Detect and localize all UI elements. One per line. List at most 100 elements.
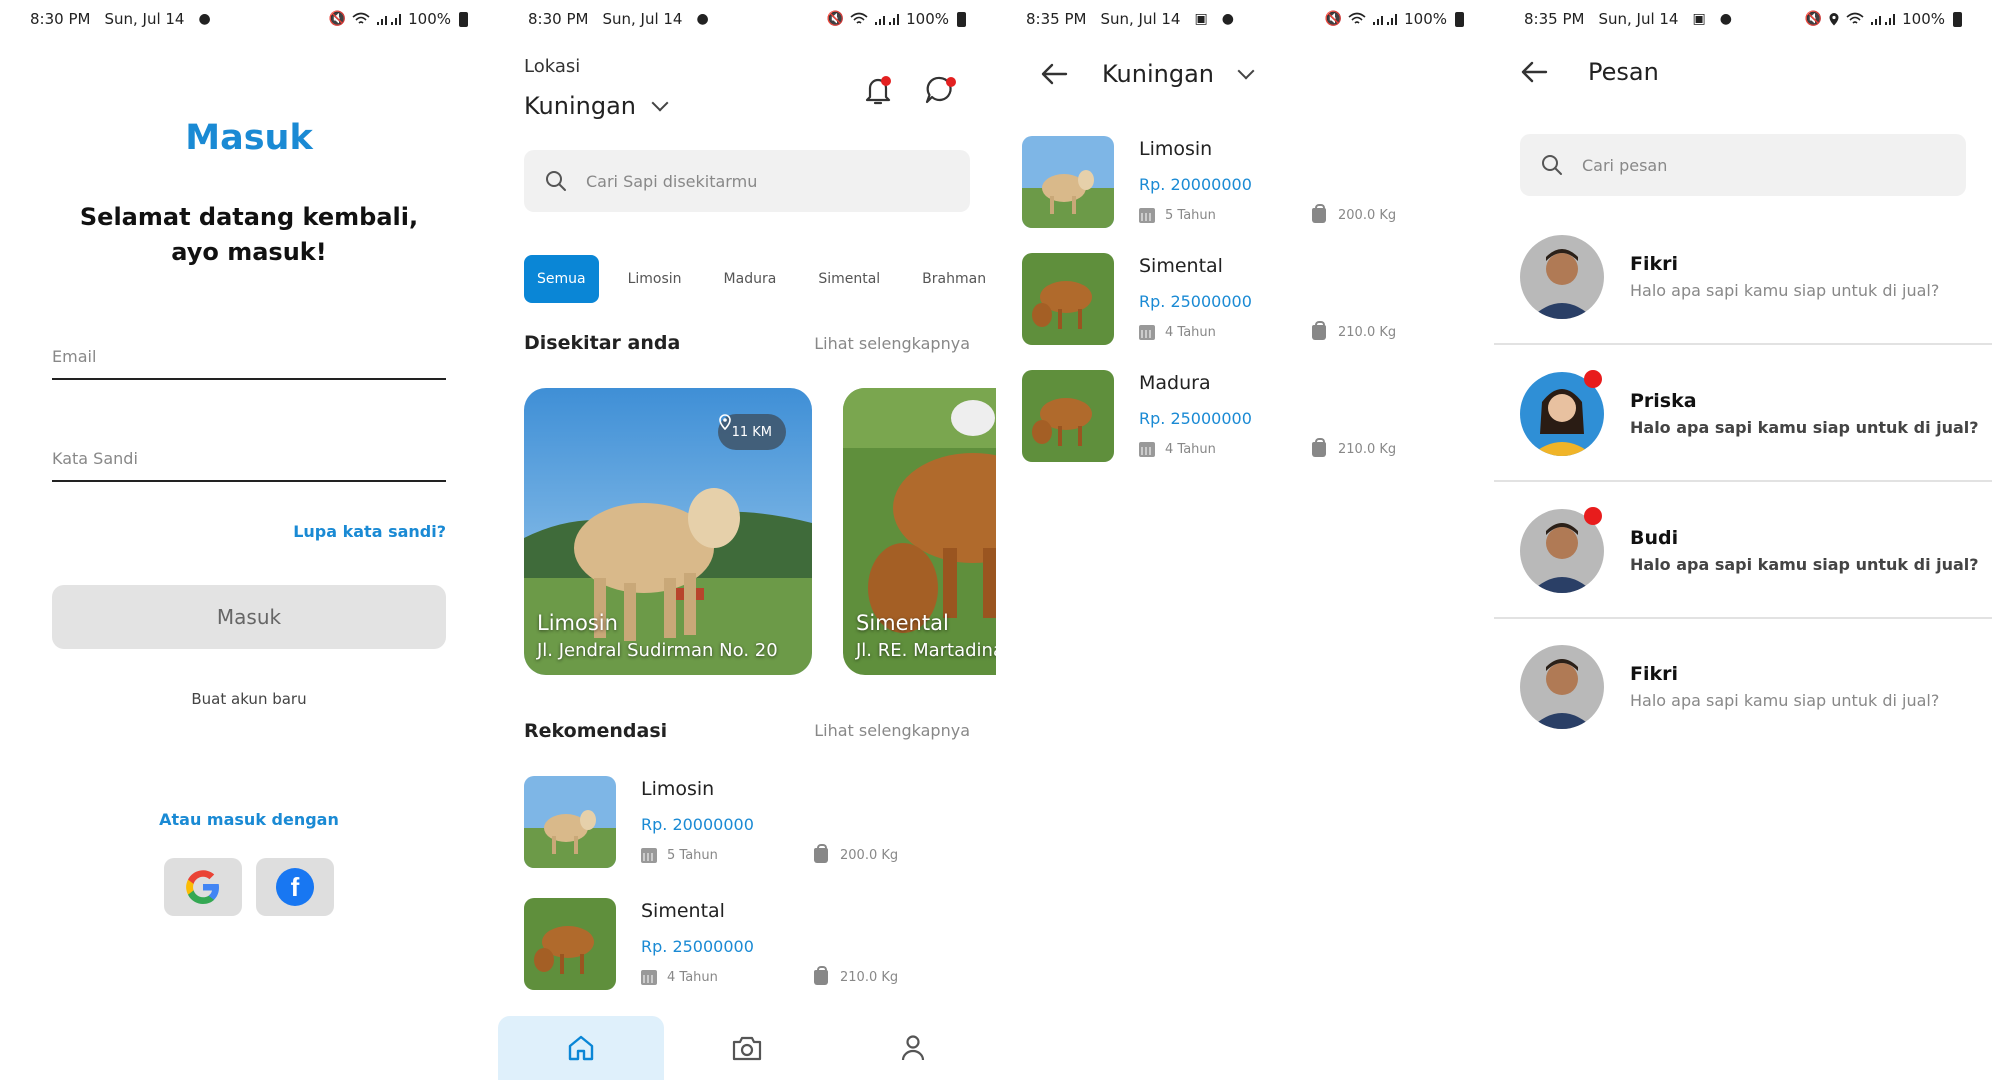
list-item[interactable]: Madura Rp. 25000000 4 Tahun 210.0 Kg — [1022, 370, 1468, 465]
forgot-password-link[interactable]: Lupa kata sandi? — [293, 522, 446, 541]
distance-badge: 11 KM — [717, 414, 786, 450]
list-item[interactable]: Simental Rp. 25000000 4 Tahun 210.0 Kg — [524, 898, 970, 993]
avatar — [1520, 645, 1604, 729]
notification-dot-icon: ● — [1719, 11, 1732, 27]
chat-item[interactable]: Fikri Halo apa sapi kamu siap untuk di j… — [1494, 645, 1992, 782]
nearby-card[interactable]: Simental Jl. RE. Martadinata — [843, 388, 996, 675]
weight-value: 210.0 Kg — [840, 970, 899, 985]
status-date: Sun, Jul 14 — [602, 10, 683, 28]
listing-screen: 8:35 PM Sun, Jul 14 ▣ ● 🔇 100% Kuningan … — [996, 0, 1494, 1080]
search-icon — [546, 171, 566, 191]
location-label: Lokasi — [524, 56, 581, 77]
list-item[interactable]: Limosin Rp. 20000000 5 Tahun 200.0 Kg — [524, 776, 970, 871]
item-weight: 200.0 Kg — [1312, 204, 1397, 223]
chat-item[interactable]: Fikri Halo apa sapi kamu siap untuk di j… — [1494, 235, 1992, 372]
list-item[interactable]: Simental Rp. 25000000 4 Tahun 210.0 Kg — [1022, 253, 1468, 348]
unread-badge — [1584, 370, 1602, 388]
nav-camera[interactable] — [664, 1016, 830, 1080]
mute-icon: 🔇 — [1324, 11, 1343, 27]
chip-limosin[interactable]: Limosin — [615, 255, 695, 303]
cow-thumbnail — [524, 898, 616, 990]
item-name: Simental — [641, 900, 725, 922]
chip-brahman[interactable]: Brahman — [909, 255, 996, 303]
bottom-nav — [498, 1016, 996, 1080]
wifi-icon — [1348, 12, 1366, 24]
chip-simental[interactable]: Simental — [805, 255, 893, 303]
weight-value: 200.0 Kg — [1338, 208, 1397, 223]
status-bar: 8:35 PM Sun, Jul 14 ▣ ● 🔇 100% — [1026, 8, 1464, 30]
nearby-see-more-link[interactable]: Lihat selengkapnya — [814, 334, 970, 353]
location-selector[interactable]: Kuningan — [524, 92, 669, 120]
login-button[interactable]: Masuk — [52, 585, 446, 649]
status-time: 8:35 PM — [1026, 10, 1087, 28]
search-input[interactable] — [586, 171, 946, 191]
login-screen: 8:30 PM Sun, Jul 14 ● 🔇 100% Masuk Selam… — [0, 0, 498, 1080]
chevron-down-icon[interactable] — [1237, 62, 1255, 80]
location-icon — [1829, 13, 1839, 26]
item-name: Madura — [1139, 372, 1211, 394]
cow-thumbnail — [524, 776, 616, 868]
calendar-icon — [1139, 442, 1155, 457]
email-input[interactable] — [52, 347, 446, 366]
item-name: Simental — [1139, 255, 1223, 277]
age-value: 4 Tahun — [1165, 442, 1216, 457]
back-arrow-icon[interactable] — [1520, 60, 1548, 84]
chip-madura[interactable]: Madura — [711, 255, 790, 303]
google-login-button[interactable] — [164, 858, 242, 916]
back-arrow-icon[interactable] — [1040, 62, 1068, 86]
item-price: Rp. 25000000 — [641, 937, 754, 956]
cow-thumbnail — [1022, 136, 1114, 228]
weight-icon — [1312, 321, 1326, 340]
notification-button[interactable] — [860, 72, 896, 108]
status-date: Sun, Jul 14 — [1100, 10, 1181, 28]
item-weight: 210.0 Kg — [1312, 321, 1396, 340]
list-item[interactable]: Limosin Rp. 20000000 5 Tahun 200.0 Kg — [1022, 136, 1468, 231]
chat-message: Halo apa sapi kamu siap untuk di jual? — [1630, 281, 1940, 300]
search-bar[interactable] — [1520, 134, 1966, 196]
facebook-icon: f — [276, 868, 314, 906]
battery-icon — [957, 11, 966, 27]
page-title: Kuningan — [1102, 60, 1214, 88]
nav-profile[interactable] — [830, 1016, 996, 1080]
mute-icon: 🔇 — [328, 11, 347, 27]
wifi-icon — [850, 12, 868, 24]
nearby-card[interactable]: 11 KM Limosin Jl. Jendral Sudirman No. 2… — [524, 388, 812, 675]
search-input[interactable] — [1582, 155, 1942, 175]
chat-item[interactable]: Budi Halo apa sapi kamu siap untuk di ju… — [1494, 507, 1992, 646]
gallery-icon: ▣ — [1692, 11, 1706, 27]
chat-name: Fikri — [1630, 663, 1679, 685]
chat-button[interactable] — [922, 72, 958, 108]
password-field[interactable] — [52, 422, 446, 482]
bell-icon — [865, 78, 891, 105]
item-age: 5 Tahun — [641, 848, 718, 863]
status-bar: 8:30 PM Sun, Jul 14 ● 🔇 100% — [30, 8, 468, 30]
status-time: 8:30 PM — [30, 10, 91, 28]
item-price: Rp. 25000000 — [1139, 292, 1252, 311]
chat-name: Priska — [1630, 390, 1697, 412]
recommend-title: Rekomendasi — [524, 720, 668, 742]
age-value: 4 Tahun — [1165, 325, 1216, 340]
chat-item[interactable]: Priska Halo apa sapi kamu siap untuk di … — [1494, 370, 1992, 509]
search-bar[interactable] — [524, 150, 970, 212]
welcome-text: Selamat datang kembali, ayo masuk! — [60, 200, 438, 270]
alt-login-label: Atau masuk dengan — [159, 810, 339, 829]
facebook-login-button[interactable]: f — [256, 858, 334, 916]
email-field[interactable] — [52, 320, 446, 380]
recommend-see-more-link[interactable]: Lihat selengkapnya — [814, 721, 970, 740]
category-chips: Semua Limosin Madura Simental Brahman — [524, 255, 996, 303]
divider — [1494, 617, 1992, 619]
calendar-icon — [1139, 325, 1155, 340]
status-date: Sun, Jul 14 — [1598, 10, 1679, 28]
user-icon — [901, 1035, 925, 1061]
chat-badge — [946, 77, 956, 87]
nav-home[interactable] — [498, 1016, 664, 1080]
location-pin-icon — [718, 414, 731, 430]
item-name: Limosin — [1139, 138, 1213, 160]
chip-semua[interactable]: Semua — [524, 255, 599, 303]
signal-icon — [377, 14, 402, 25]
register-link[interactable]: Buat akun baru — [0, 690, 498, 708]
item-price: Rp. 25000000 — [1139, 409, 1252, 428]
notification-dot-icon: ● — [1221, 11, 1234, 27]
unread-badge — [1584, 507, 1602, 525]
password-input[interactable] — [52, 449, 446, 468]
